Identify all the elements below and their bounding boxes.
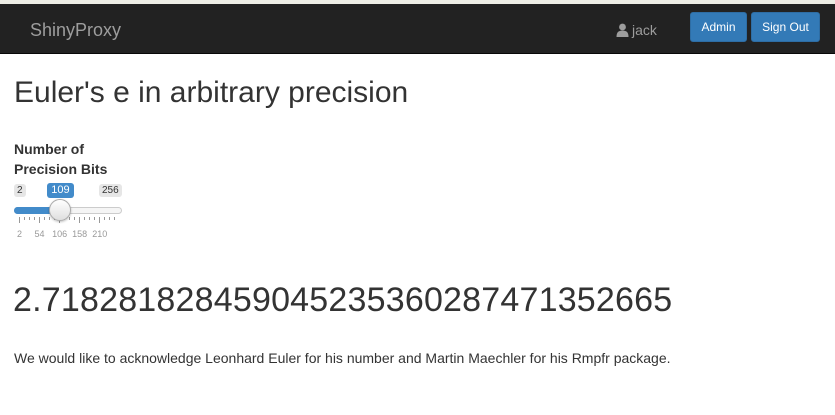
slider-tick-label: 2 — [16, 229, 23, 239]
slider-minor-tick — [89, 217, 91, 220]
user-menu: jack — [616, 4, 657, 54]
slider-tick-label: 158 — [72, 229, 88, 239]
slider-minor-tick — [74, 217, 76, 220]
slider-tick-label: 106 — [52, 229, 68, 239]
slider-major-tick — [99, 217, 101, 223]
sign-out-button[interactable]: Sign Out — [751, 12, 820, 42]
slider-major-tick — [19, 217, 20, 223]
acknowledgement-text: We would like to acknowledge Leonhard Eu… — [14, 350, 671, 366]
slider-max-label: 256 — [99, 184, 122, 197]
slider-major-tick — [79, 217, 81, 223]
slider-minor-tick — [49, 217, 51, 220]
slider-min-label: 2 — [14, 184, 26, 197]
slider-label: Number of Precision Bits — [14, 141, 108, 177]
slider-minor-tick — [104, 217, 106, 220]
brand-link[interactable]: ShinyProxy — [30, 4, 121, 54]
user-icon — [616, 6, 629, 59]
slider-minor-tick — [109, 217, 111, 220]
navbar: ShinyProxy jack Admin Sign Out — [0, 4, 835, 54]
page-title: Euler's e in arbitrary precision — [14, 76, 409, 109]
user-name: jack — [632, 22, 657, 38]
slider-tick-label: 54 — [34, 229, 45, 239]
slider-minor-tick — [114, 217, 116, 220]
slider-handle[interactable] — [49, 199, 72, 221]
slider-minor-tick — [69, 217, 71, 220]
slider-major-tick — [39, 217, 41, 223]
slider-minor-tick — [34, 217, 36, 220]
admin-button[interactable]: Admin — [690, 12, 747, 42]
euler-result: 2.718281828459045235360287471352665 — [13, 281, 673, 319]
slider-tick-label: 210 — [92, 229, 108, 239]
slider-minor-tick — [24, 217, 26, 220]
slider-value-label: 109 — [47, 183, 74, 198]
slider-minor-tick — [84, 217, 86, 220]
slider-minor-tick — [44, 217, 46, 220]
slider-minor-tick — [29, 217, 31, 220]
slider-minor-tick — [94, 217, 96, 220]
